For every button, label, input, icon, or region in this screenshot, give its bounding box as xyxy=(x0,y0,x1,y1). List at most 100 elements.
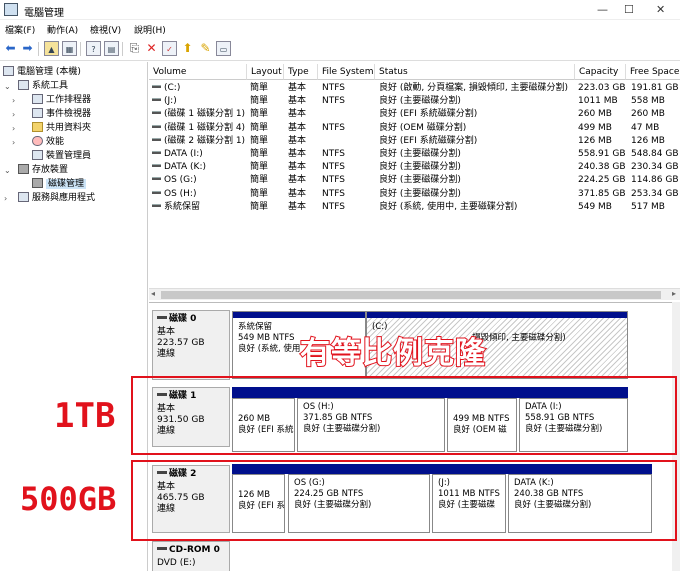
table-row[interactable]: OS (H:) 簡單 基本 NTFS 良好 (主要磁碟分割) 371.85 GB 253.3… xyxy=(149,188,680,201)
column-header-type[interactable]: Type xyxy=(284,64,318,80)
back-arrow-icon[interactable]: ⬅ xyxy=(3,41,18,56)
table-cell-layout: 簡單 xyxy=(250,149,269,159)
tree-item-root[interactable]: 電腦管理 (本機) xyxy=(3,66,81,79)
toolbar-separator xyxy=(122,42,123,56)
table-cell-layout: 簡單 xyxy=(250,122,269,133)
console-tree-icon[interactable]: ▦ xyxy=(62,41,77,56)
tree-item-disk-management[interactable]: 磁碟管理 xyxy=(12,178,87,191)
table-cell-free-space: 253.34 GB xyxy=(631,188,679,199)
volume-icon xyxy=(152,190,161,194)
table-row[interactable]: (磁碟 2 磁碟分割 1) 簡單 基本 良好 (EFI 系統磁碟分割) 126 MB 12… xyxy=(149,135,680,148)
table-row[interactable]: DATA (K:) 簡單 基本 NTFS 良好 (主要磁碟分割) 240.38 GB 230… xyxy=(149,161,680,174)
table-row[interactable]: (J:) 簡單 基本 NTFS 良好 (主要磁碟分割) 1011 MB 558 MB xyxy=(149,95,680,108)
table-cell-capacity: 371.85 GB xyxy=(578,188,626,199)
table-row[interactable]: 系統保留 簡單 基本 NTFS 良好 (系統, 使用中, 主要磁碟分割) 549 MB 51… xyxy=(149,201,680,214)
tree-item-services[interactable]: › 服務與應用程式 xyxy=(4,192,95,205)
column-header-status[interactable]: Status xyxy=(375,64,575,80)
computer-management-icon xyxy=(4,3,18,16)
table-cell-capacity: 240.38 GB xyxy=(578,162,626,173)
tree-item-device-manager[interactable]: 裝置管理員 xyxy=(12,150,91,163)
tree-item-system-tools[interactable]: ⌄ 系統工具 xyxy=(4,80,68,93)
table-cell-file-system: NTFS xyxy=(322,96,345,107)
volume-name: (磁碟 1 磁碟分割 1) xyxy=(164,109,246,120)
column-header-file-system[interactable]: File System xyxy=(318,64,375,80)
event-viewer-icon xyxy=(32,108,43,118)
folder-up-icon[interactable]: ▲ xyxy=(44,41,59,56)
chevron-right-icon[interactable]: › xyxy=(12,94,15,107)
table-row[interactable]: DATA (I:) 簡單 基本 NTFS 良好 (主要磁碟分割) 558.91 GB 548… xyxy=(149,148,680,161)
table-cell-free-space: 230.34 GB xyxy=(631,162,679,173)
annotation-box-1tb xyxy=(131,376,677,455)
table-cell-type: 基本 xyxy=(288,188,307,199)
table-cell-file-system: NTFS xyxy=(322,188,345,199)
table-cell-status: 良好 (系統, 使用中, 主要磁碟分割) xyxy=(379,201,518,212)
chevron-down-icon[interactable]: ⌄ xyxy=(4,80,11,93)
tree-item-storage[interactable]: ⌄ 存放裝置 xyxy=(4,164,68,177)
chevron-right-icon[interactable]: › xyxy=(12,136,15,149)
table-cell-capacity: 1011 MB xyxy=(578,96,618,107)
table-cell-layout: 簡單 xyxy=(250,175,269,186)
chevron-down-icon[interactable]: ⌄ xyxy=(4,164,11,177)
chevron-right-icon[interactable]: › xyxy=(4,192,7,205)
help-topic-icon[interactable]: ✎ xyxy=(198,41,213,56)
table-cell-volume: OS (G:) xyxy=(152,174,247,187)
menu-action[interactable]: 動作(A) xyxy=(47,23,78,36)
menu-help[interactable]: 說明(H) xyxy=(134,23,166,36)
column-header-layout[interactable]: Layout xyxy=(247,64,284,80)
table-cell-layout: 簡單 xyxy=(250,83,269,93)
scrollbar-thumb[interactable] xyxy=(161,291,661,299)
maximize-button[interactable]: ☐ xyxy=(624,3,634,16)
partition-header-bar xyxy=(367,312,627,318)
table-cell-volume: OS (H:) xyxy=(152,188,247,201)
table-cell-volume: (磁碟 2 磁碟分割 1) xyxy=(152,135,247,148)
table-cell-type: 基本 xyxy=(288,122,307,133)
export-icon[interactable]: ⬆ xyxy=(180,41,195,56)
horizontal-scrollbar[interactable]: ◂ ▸ xyxy=(149,288,680,300)
toolbar-separator xyxy=(80,42,81,56)
table-cell-file-system: NTFS xyxy=(322,162,345,173)
table-row[interactable]: OS (G:) 簡單 基本 NTFS 良好 (主要磁碟分割) 224.25 GB 114.8… xyxy=(149,174,680,187)
disk-icon xyxy=(157,316,167,319)
table-cell-status: 良好 (啟動, 分頁檔案, 損毀傾印, 主要磁碟分割) xyxy=(379,83,569,93)
table-cell-status: 良好 (EFI 系統磁碟分割) xyxy=(379,109,478,120)
table-cell-type: 基本 xyxy=(288,83,307,93)
table-cell-volume: (J:) xyxy=(152,95,247,108)
chevron-right-icon[interactable]: › xyxy=(12,108,15,121)
column-header-free-space[interactable]: Free Space xyxy=(626,64,680,80)
tree-item-event-viewer[interactable]: › 事件檢視器 xyxy=(12,108,91,121)
performance-icon xyxy=(32,136,43,146)
minimize-button[interactable]: — xyxy=(597,3,608,16)
scroll-right-icon[interactable]: ▸ xyxy=(672,289,676,298)
tree-item-performance[interactable]: › 效能 xyxy=(12,136,64,149)
view-icon[interactable]: ▭ xyxy=(216,41,231,56)
services-icon xyxy=(18,192,29,202)
properties-icon[interactable]: ▤ xyxy=(104,41,119,56)
table-cell-capacity: 558.91 GB xyxy=(578,149,626,159)
table-row[interactable]: (磁碟 1 磁碟分割 1) 簡單 基本 良好 (EFI 系統磁碟分割) 260 MB 26… xyxy=(149,108,680,121)
chevron-right-icon[interactable]: › xyxy=(12,122,15,135)
table-cell-file-system: NTFS xyxy=(322,201,345,212)
disk-0-info[interactable]: 磁碟 0 基本 223.57 GB 連線 xyxy=(152,310,230,380)
scroll-left-icon[interactable]: ◂ xyxy=(151,289,155,298)
table-row[interactable]: (C:) 簡單 基本 NTFS 良好 (啟動, 分頁檔案, 損毀傾印, 主要磁碟分割) 2… xyxy=(149,82,680,95)
column-header-volume[interactable]: Volume xyxy=(149,64,247,80)
table-row[interactable]: (磁碟 1 磁碟分割 4) 簡單 基本 NTFS 良好 (OEM 磁碟分割) 499 MB… xyxy=(149,122,680,135)
close-button[interactable]: ✕ xyxy=(656,3,665,16)
delete-icon[interactable]: ✕ xyxy=(144,41,159,56)
connect-icon[interactable]: ⎘ xyxy=(127,41,142,56)
forward-arrow-icon[interactable]: ➡ xyxy=(20,41,35,56)
check-icon[interactable]: ✓ xyxy=(162,41,177,56)
table-cell-volume: 系統保留 xyxy=(152,201,247,214)
table-cell-status: 良好 (主要磁碟分割) xyxy=(379,175,461,186)
tree-item-shared-folders[interactable]: › 共用資料夾 xyxy=(12,122,91,135)
menu-view[interactable]: 檢視(V) xyxy=(90,23,121,36)
help-icon[interactable]: ? xyxy=(86,41,101,56)
cdrom-0-name: CD-ROM 0 xyxy=(157,545,225,556)
volume-name: OS (H:) xyxy=(164,188,197,199)
column-header-capacity[interactable]: Capacity xyxy=(575,64,626,80)
menu-file[interactable]: 檔案(F) xyxy=(5,23,35,36)
volume-name: OS (G:) xyxy=(164,175,197,186)
cdrom-0-info[interactable]: CD-ROM 0 DVD (E:) xyxy=(152,541,230,571)
table-cell-status: 良好 (主要磁碟分割) xyxy=(379,162,461,173)
tree-item-task-scheduler[interactable]: › 工作排程器 xyxy=(12,94,91,107)
